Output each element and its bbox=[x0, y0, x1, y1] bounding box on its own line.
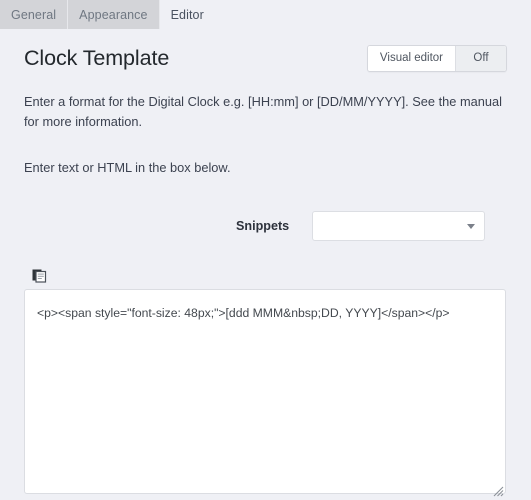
visual-editor-toggle[interactable]: Visual editor Off bbox=[366, 45, 507, 72]
template-editor bbox=[24, 267, 507, 499]
tab-strip: General Appearance Editor bbox=[0, 0, 531, 29]
tab-general[interactable]: General bbox=[0, 0, 69, 29]
snippets-row: Snippets bbox=[24, 211, 507, 242]
code-area-wrapper bbox=[24, 289, 506, 499]
copy-icon[interactable] bbox=[31, 267, 49, 285]
html-description: Enter text or HTML in the box below. bbox=[24, 159, 231, 175]
copy-icon-svg bbox=[32, 269, 47, 284]
tab-appearance-label: Appearance bbox=[79, 7, 148, 22]
tab-appearance[interactable]: Appearance bbox=[68, 0, 160, 29]
page-title: Clock Template bbox=[24, 46, 170, 70]
snippets-label: Snippets bbox=[236, 219, 290, 234]
visual-editor-toggle-label[interactable]: Visual editor bbox=[367, 46, 455, 71]
format-description: Enter a format for the Digital Clock e.g… bbox=[24, 94, 502, 129]
tab-strip-filler bbox=[214, 0, 531, 29]
visual-editor-toggle-state[interactable]: Off bbox=[455, 46, 506, 71]
tab-general-label: General bbox=[11, 7, 57, 22]
tab-editor[interactable]: Editor bbox=[159, 0, 215, 29]
title-row: Clock Template Visual editor Off bbox=[24, 29, 507, 72]
tab-editor-label: Editor bbox=[170, 7, 204, 22]
snippets-select[interactable] bbox=[312, 211, 486, 242]
template-code-input[interactable] bbox=[24, 289, 506, 495]
editor-panel: Clock Template Visual editor Off Enter a… bbox=[0, 29, 531, 500]
chevron-down-icon bbox=[467, 224, 476, 230]
